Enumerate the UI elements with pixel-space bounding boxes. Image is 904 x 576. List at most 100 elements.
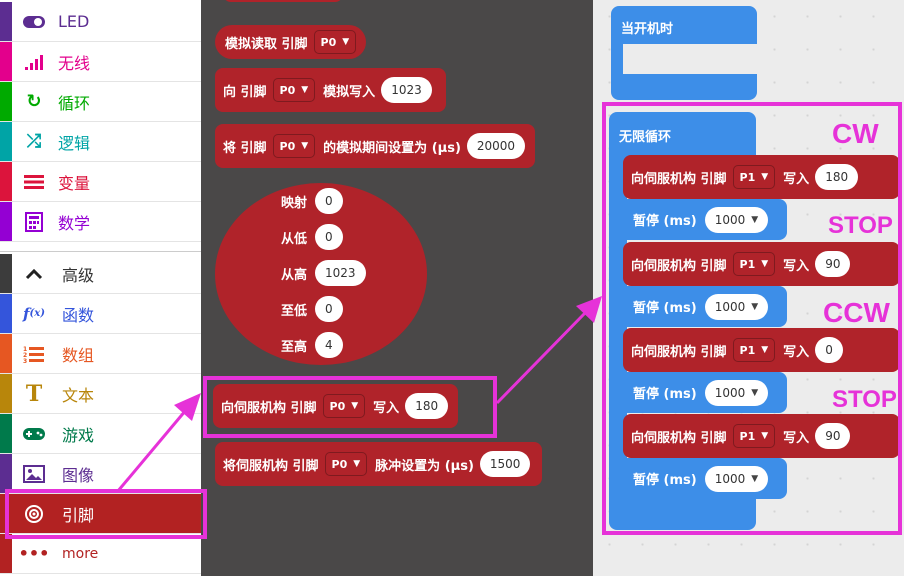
value-input[interactable]: 0 <box>315 296 343 322</box>
value-input[interactable]: 0 <box>315 224 343 250</box>
block-label: 写入 <box>373 400 400 416</box>
pause-dropdown[interactable]: 1000 ▼ <box>704 206 769 233</box>
value-input[interactable]: 1500 <box>479 451 531 477</box>
caret-down-icon: ▼ <box>342 37 350 47</box>
category-images[interactable]: 图像 <box>0 454 201 494</box>
category-label: 数组 <box>62 345 95 365</box>
servo-write-block[interactable]: 向伺服机构 引脚 P0 ▼ 写入 180 <box>213 384 459 428</box>
category-label: 数学 <box>58 213 91 233</box>
block-label: 写入 <box>783 344 810 360</box>
caret-down-icon: ▼ <box>301 85 309 95</box>
analog-read-block[interactable]: 模拟读取 引脚 P0 ▼ <box>215 25 367 59</box>
block-label: 暂停 (ms) <box>633 387 697 402</box>
pin-value: P1 <box>739 429 756 443</box>
pin-dropdown[interactable]: P0 ▼ <box>324 452 368 476</box>
category-radio[interactable]: 无线 <box>0 42 201 82</box>
block-label: 无限循环 <box>619 130 672 145</box>
pin-value: P0 <box>279 83 296 97</box>
pause-value: 1000 <box>714 471 746 486</box>
text-t-icon: T <box>25 380 43 407</box>
pin-value: P0 <box>320 35 337 49</box>
category-variables[interactable]: 变量 <box>0 162 201 202</box>
category-logic[interactable]: ⤮ 逻辑 <box>0 122 201 162</box>
pin-dropdown[interactable]: P0 ▼ <box>322 394 366 418</box>
pin-dropdown[interactable]: P0 ▼ <box>313 30 357 54</box>
map-row: 从低 0 <box>281 224 351 250</box>
value-input[interactable]: 180 <box>815 164 859 190</box>
block-label: 当开机时 <box>621 22 674 37</box>
value-input[interactable]: 1023 <box>315 260 366 286</box>
block-label: 暂停 (ms) <box>633 473 697 488</box>
dots-icon: ••• <box>18 544 50 563</box>
forever-block[interactable]: 无限循环 <box>609 112 756 156</box>
category-math[interactable]: 数学 <box>0 202 201 242</box>
pause-dropdown[interactable]: 1000 ▼ <box>704 465 769 492</box>
map-row: 从高 1023 <box>281 260 374 286</box>
value-input[interactable]: 180 <box>405 393 449 419</box>
caret-down-icon: ▼ <box>751 301 759 312</box>
pin-dropdown[interactable]: P1 ▼ <box>732 338 776 362</box>
category-color-stripe <box>0 294 12 333</box>
pin-dropdown[interactable]: P1 ▼ <box>732 424 776 448</box>
block-flyout: 模拟读取 引脚 P0 ▼ 向 引脚 P0 ▼ 模拟写入 1023 将 引脚 P0 ▼ … <box>201 0 593 576</box>
value-input[interactable]: 0 <box>815 337 843 363</box>
value-input[interactable]: 4 <box>315 332 343 358</box>
toggle-icon <box>22 10 46 34</box>
analog-period-block[interactable]: 将 引脚 P0 ▼ 的模拟期间设置为 (µs) 20000 <box>215 124 536 168</box>
category-loops[interactable]: ↻ 循环 <box>0 82 201 122</box>
caret-down-icon: ▼ <box>751 214 759 225</box>
annotation-label: STOP <box>828 212 893 239</box>
servo-write-block[interactable]: 向伺服机构 引脚 P1 ▼ 写入 90 <box>623 242 900 286</box>
block-label: 向伺服机构 引脚 <box>631 344 727 360</box>
pause-dropdown[interactable]: 1000 ▼ <box>704 379 769 406</box>
pin-dropdown[interactable]: P1 ▼ <box>732 252 776 276</box>
category-color-stripe <box>0 414 12 453</box>
map-row-label: 至高 <box>281 339 308 355</box>
pause-block[interactable]: 暂停 (ms) 1000 ▼ <box>625 458 787 499</box>
category-functions[interactable]: f (x) 函数 <box>0 294 201 334</box>
pause-block[interactable]: 暂停 (ms) 1000 ▼ <box>625 372 787 413</box>
target-icon <box>22 502 46 526</box>
code-canvas[interactable]: 当开机时 无限循环 向伺服机构 引脚 P1 ▼ 写入 180 暂停 (ms) 10… <box>593 0 904 576</box>
category-game[interactable]: 游戏 <box>0 414 201 454</box>
block-label: 向伺服机构 引脚 <box>631 430 727 446</box>
value-input[interactable]: 90 <box>815 251 851 277</box>
category-color-stripe <box>0 454 12 493</box>
analog-write-block[interactable]: 向 引脚 P0 ▼ 模拟写入 1023 <box>215 68 446 112</box>
shuffle-icon: ⤮ <box>26 131 42 152</box>
category-label: 图像 <box>62 465 95 485</box>
category-pins[interactable]: 引脚 <box>0 494 201 534</box>
servo-pulse-block[interactable]: 将伺服机构 引脚 P0 ▼ 脉冲设置为 (µs) 1500 <box>215 442 543 486</box>
pause-block[interactable]: 暂停 (ms) 1000 ▼ <box>625 286 787 327</box>
map-row-label: 映射 <box>281 195 308 211</box>
servo-write-block[interactable]: 向伺服机构 引脚 P1 ▼ 写入 0 <box>623 328 900 372</box>
category-led[interactable]: LED <box>0 2 201 42</box>
block-label: 暂停 (ms) <box>633 214 697 229</box>
value-input[interactable]: 20000 <box>466 133 526 159</box>
servo-write-block[interactable]: 向伺服机构 引脚 P1 ▼ 写入 180 <box>623 155 900 199</box>
category-label: 变量 <box>58 173 91 193</box>
signal-bars-icon <box>22 50 46 74</box>
value-input[interactable]: 0 <box>315 188 343 214</box>
category-label: 高级 <box>62 265 95 285</box>
map-block[interactable]: 映射 0 从低 0 从高 1023 至低 0 至高 4 <box>215 183 427 365</box>
category-label: 函数 <box>62 305 95 325</box>
category-more[interactable]: ••• more <box>0 534 201 574</box>
on-start-block-arm <box>611 44 623 74</box>
pin-value: P0 <box>279 139 296 153</box>
pause-dropdown[interactable]: 1000 ▼ <box>704 293 769 320</box>
category-advanced[interactable]: 高级 <box>0 254 201 294</box>
pin-dropdown[interactable]: P0 ▼ <box>272 78 316 102</box>
map-row: 映射 0 <box>281 188 351 214</box>
partial-block[interactable] <box>223 0 343 2</box>
servo-write-block[interactable]: 向伺服机构 引脚 P1 ▼ 写入 90 <box>623 414 900 458</box>
category-arrays[interactable]: 123 数组 <box>0 334 201 374</box>
pin-dropdown[interactable]: P1 ▼ <box>732 165 776 189</box>
value-input[interactable]: 90 <box>815 423 851 449</box>
map-row-label: 从高 <box>281 267 308 283</box>
value-input[interactable]: 1023 <box>381 77 432 103</box>
pin-dropdown[interactable]: P0 ▼ <box>272 134 316 158</box>
on-start-block[interactable]: 当开机时 <box>611 6 757 44</box>
category-text[interactable]: T 文本 <box>0 374 201 414</box>
pause-block[interactable]: 暂停 (ms) 1000 ▼ <box>625 199 787 240</box>
